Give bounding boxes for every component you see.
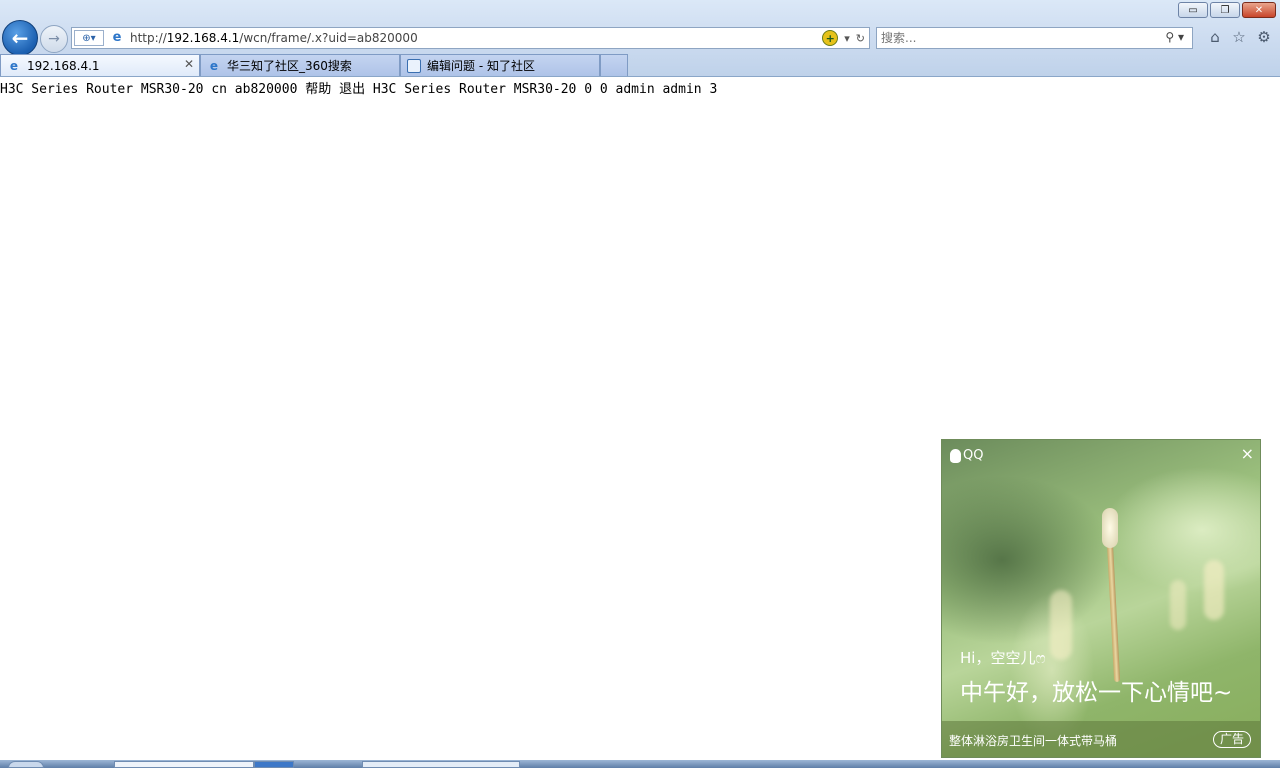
home-icon[interactable]: ⌂ [1205, 28, 1225, 46]
address-bar[interactable]: ⊕▾ e http://192.168.4.1/wcn/frame/.x?uid… [71, 27, 870, 49]
restore-button[interactable]: ❐ [1210, 2, 1240, 18]
search-box[interactable]: ⚲ ▾ [876, 27, 1193, 49]
ie-tab-icon: e [9, 58, 19, 73]
ie-page-icon: e [112, 30, 122, 45]
greeting-name: Hi，空空儿ෆ [960, 649, 1046, 667]
taskbar-item-ie[interactable] [362, 761, 520, 768]
minimize-button[interactable]: ▭ [1178, 2, 1208, 18]
greeting-message: 中午好，放松一下心情吧~ [960, 680, 1233, 706]
compatibility-view-button[interactable]: ⊕▾ [74, 30, 104, 46]
qq-penguin-icon [950, 448, 961, 463]
close-popup-icon[interactable]: × [1241, 444, 1254, 463]
address-tools: + ▾ ↻ [822, 29, 865, 47]
taskbar [0, 760, 1280, 768]
blur-decoration [1170, 580, 1186, 630]
ad-link-text[interactable]: 整体淋浴房卫生间一体式带马桶 [949, 732, 1117, 749]
dropdown-arrow-icon[interactable]: ▾ [844, 32, 850, 45]
window-controls: ▭ ❐ ✕ [1178, 2, 1276, 18]
browser-chrome: ▭ ❐ ✕ ← → ⊕▾ e http://192.168.4.1/wcn/fr… [0, 0, 1280, 77]
plant-cone-decoration [1102, 508, 1118, 548]
tab-label: 编辑问题 - 知了社区 [427, 59, 535, 73]
arrow-right-icon: → [48, 31, 60, 47]
qq-logo: QQ [950, 448, 983, 463]
qq-brand-label: QQ [963, 448, 984, 463]
refresh-icon[interactable]: ↻ [856, 32, 865, 45]
favorites-star-icon[interactable]: ☆ [1229, 28, 1249, 46]
search-icon[interactable]: ⚲ ▾ [1165, 30, 1184, 44]
url-text[interactable]: http://192.168.4.1/wcn/frame/.x?uid=ab82… [130, 31, 418, 45]
document-tab-icon [407, 58, 421, 73]
start-button[interactable] [8, 761, 44, 768]
taskbar-search[interactable] [114, 761, 254, 768]
blur-decoration [1204, 560, 1224, 620]
forward-button[interactable]: → [40, 25, 68, 53]
taskbar-item[interactable] [254, 761, 294, 768]
search-input[interactable] [881, 30, 1141, 46]
qq-popup-ad[interactable]: QQ × Hi，空空儿ෆ 中午好，放松一下心情吧~ 整体淋浴房卫生间一体式带马桶… [941, 439, 1261, 758]
ad-badge: 广告 [1212, 731, 1251, 748]
close-button[interactable]: ✕ [1242, 2, 1276, 18]
new-tab-button[interactable] [600, 54, 628, 76]
tab-router[interactable]: e 192.168.4.1 ✕ [0, 54, 200, 76]
arrow-left-icon: ← [11, 26, 29, 50]
url-host: 192.168.4.1 [166, 31, 240, 45]
tab-edit-question[interactable]: 编辑问题 - 知了社区 [400, 54, 600, 76]
close-tab-icon[interactable]: ✕ [184, 57, 194, 71]
page-content-text: H3C Series Router MSR30-20 cn ab820000 帮… [0, 82, 718, 97]
tab-label: 192.168.4.1 [27, 58, 100, 73]
tab-label: 华三知了社区_360搜索 [227, 59, 352, 73]
ad-bar[interactable]: 整体淋浴房卫生间一体式带马桶 广告 [942, 721, 1260, 757]
addon-plus-icon[interactable]: + [822, 30, 839, 46]
ie-tab-icon: e [209, 58, 219, 73]
url-path: /wcn/frame/.x?uid=ab820000 [239, 31, 418, 45]
tab-360-search[interactable]: e 华三知了社区_360搜索 [200, 54, 400, 76]
gear-icon[interactable]: ⚙ [1254, 28, 1274, 46]
tab-strip: e 192.168.4.1 ✕ e 华三知了社区_360搜索 编辑问题 - 知了… [0, 54, 628, 76]
url-prefix: http:// [130, 31, 167, 45]
back-button[interactable]: ← [2, 20, 38, 56]
blur-decoration [1050, 590, 1072, 660]
